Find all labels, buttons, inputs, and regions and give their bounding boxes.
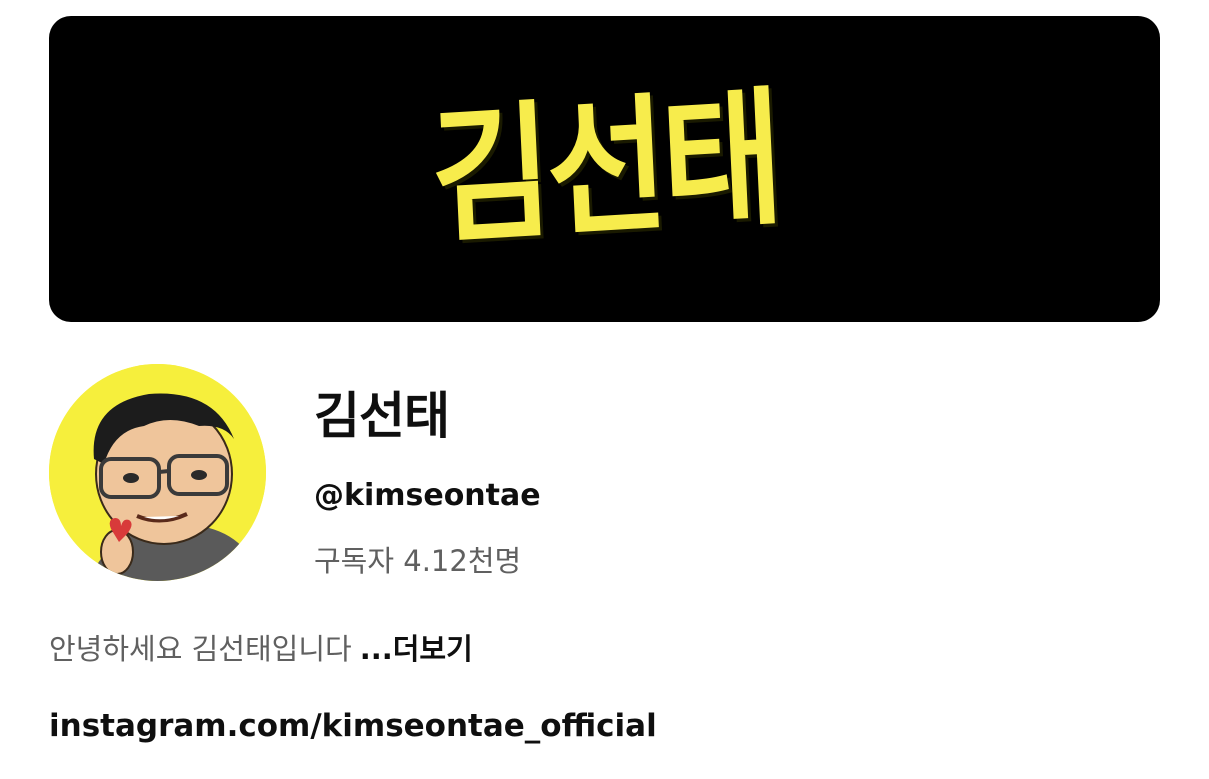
avatar-illustration	[49, 364, 266, 581]
channel-name: 김선태	[314, 387, 450, 445]
subscribers-label: 구독자	[314, 544, 395, 578]
banner-logo: 김선태	[427, 72, 782, 266]
channel-description[interactable]: 안녕하세요 김선태입니다 ...더보기	[49, 626, 473, 668]
subscriber-count: 구독자 4.12천명	[314, 538, 521, 580]
external-link[interactable]: instagram.com/kimseontae_official	[49, 708, 657, 744]
description-text: 안녕하세요 김선태입니다	[49, 632, 352, 666]
channel-banner: 김선태	[49, 16, 1160, 322]
more-button[interactable]: ...더보기	[360, 632, 473, 666]
subscribers-value: 4.12천명	[403, 544, 522, 578]
channel-handle: @kimseontae	[314, 478, 541, 513]
channel-header: 김선태 김선태 @kimseontae 구독자 4.12천명 안녕하세요 김선태…	[0, 0, 1209, 779]
avatar[interactable]	[49, 364, 266, 581]
